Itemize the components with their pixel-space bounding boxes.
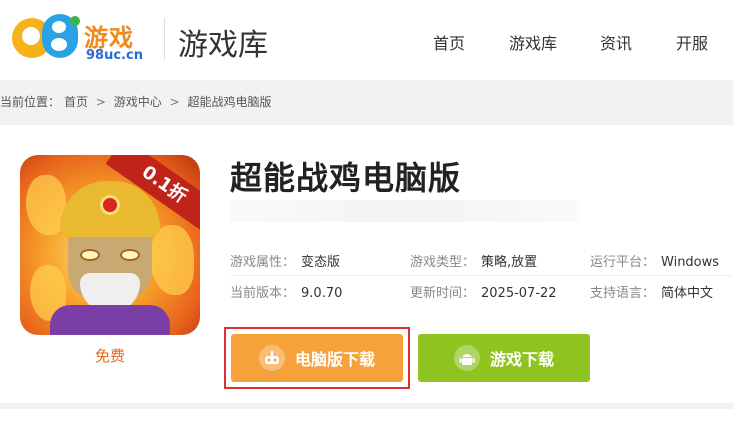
breadcrumb-item-current: 超能战鸡电脑版 — [187, 95, 272, 109]
attr-game-property: 游戏属性： 变态版 — [230, 251, 340, 270]
attr-value: 简体中文 — [661, 286, 714, 301]
attr-update-time: 更新时间： 2025-07-22 — [410, 282, 557, 301]
breadcrumb-separator: > — [95, 95, 106, 109]
joystick-icon — [258, 345, 285, 371]
nav-item-game-library[interactable]: 游戏库 — [509, 30, 557, 54]
attr-divider — [230, 275, 733, 276]
next-section-card — [0, 409, 733, 441]
hero-gem — [100, 195, 120, 215]
nav-item-news[interactable]: 资讯 — [600, 30, 632, 54]
attr-value: 2025-07-22 — [481, 286, 557, 301]
attr-value: 9.0.70 — [301, 286, 343, 301]
hero-armor — [50, 305, 170, 335]
breadcrumb-item-home[interactable]: 首页 — [64, 95, 88, 109]
attr-language: 支持语言： 简体中文 — [590, 282, 713, 301]
attr-key: 游戏类型： — [410, 255, 476, 270]
pc-download-button[interactable]: 电脑版下载 — [231, 334, 403, 382]
hero-eye-left — [80, 249, 100, 261]
game-icon-image: 0.1折 — [20, 155, 200, 335]
section-title[interactable]: 游戏库 — [178, 20, 268, 64]
breadcrumb-prefix: 当前位置： — [0, 95, 61, 109]
nav-item-server[interactable]: 开服 — [676, 30, 708, 54]
hero-eye-right — [120, 249, 140, 261]
attr-version: 当前版本： 9.0.70 — [230, 282, 342, 301]
pc-download-label: 电脑版下载 — [294, 350, 375, 369]
attr-key: 游戏属性： — [230, 255, 296, 270]
breadcrumb: 当前位置： 首页 > 游戏中心 > 超能战鸡电脑版 — [0, 93, 276, 110]
price-label: 免费 — [94, 347, 125, 365]
game-download-label: 游戏下载 — [489, 350, 554, 369]
attr-key: 运行平台： — [590, 255, 656, 270]
flame-shape — [150, 225, 194, 295]
attr-key: 当前版本： — [230, 286, 296, 301]
game-title: 超能战鸡电脑版 — [230, 159, 462, 197]
logo-domain: 98uc.cn — [86, 48, 143, 63]
attr-value: 策略,放置 — [481, 255, 538, 270]
logo-dot-shape — [70, 16, 80, 26]
site-header: 游戏 98uc.cn 游戏库 首页 游戏库 资讯 开服 — [0, 0, 733, 80]
attr-platform: 运行平台： Windows — [590, 251, 719, 270]
nav-item-home[interactable]: 首页 — [433, 30, 465, 54]
game-download-button[interactable]: 游戏下载 — [418, 334, 590, 382]
breadcrumb-item-game-center[interactable]: 游戏中心 — [114, 95, 162, 109]
attr-value: 变态版 — [301, 255, 341, 270]
site-logo[interactable]: 游戏 98uc.cn — [12, 14, 152, 66]
game-detail-card: 0.1折 免费 超能战鸡电脑版 游戏属性： 变态版 游戏类型： 策略,放置 运行平台… — [0, 125, 733, 403]
attr-key: 更新时间： — [410, 286, 476, 301]
attr-game-type: 游戏类型： 策略,放置 — [410, 251, 537, 270]
breadcrumb-separator: > — [169, 95, 180, 109]
faded-subtitle-area — [230, 200, 580, 222]
header-divider — [164, 18, 165, 60]
attr-key: 支持语言： — [590, 286, 656, 301]
android-icon — [453, 345, 480, 371]
attr-value: Windows — [661, 255, 720, 270]
